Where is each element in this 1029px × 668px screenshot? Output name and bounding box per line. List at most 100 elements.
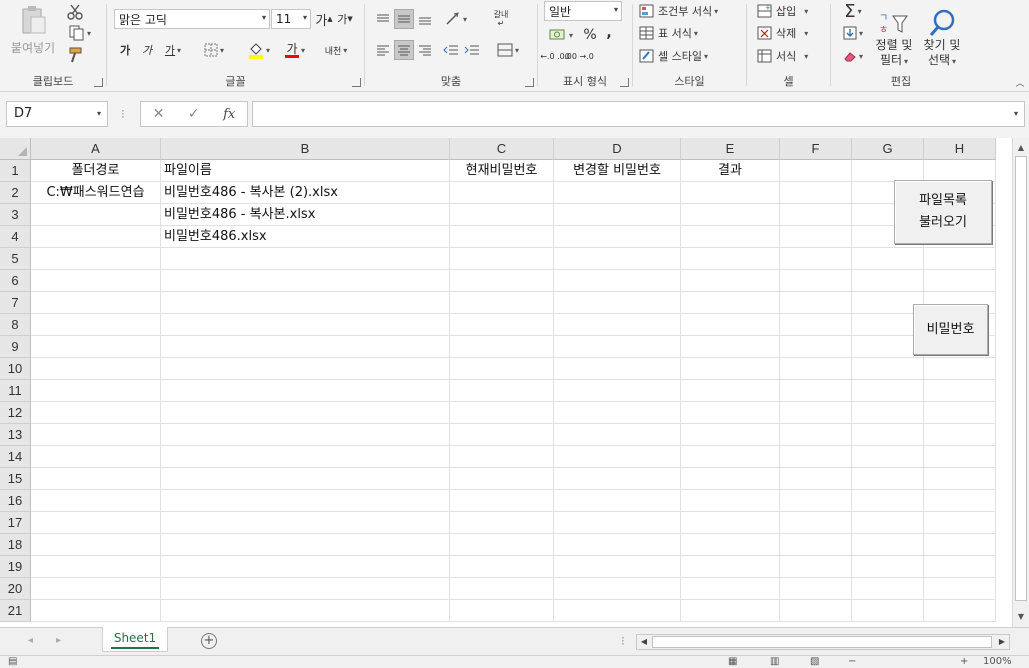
cell-f10[interactable] bbox=[780, 358, 852, 380]
copy-button[interactable]: ▾ bbox=[65, 24, 95, 42]
cell-b8[interactable] bbox=[161, 314, 450, 336]
cell-a12[interactable] bbox=[31, 402, 161, 424]
cell-a3[interactable] bbox=[31, 204, 161, 226]
cell-f2[interactable] bbox=[780, 182, 852, 204]
cell-g6[interactable] bbox=[852, 270, 924, 292]
cell-h15[interactable] bbox=[924, 468, 996, 490]
row-header-21[interactable]: 21 bbox=[0, 600, 31, 622]
cell-h14[interactable] bbox=[924, 446, 996, 468]
cell-h17[interactable] bbox=[924, 512, 996, 534]
format-cells-button[interactable]: 서식 ▾ bbox=[757, 47, 808, 65]
cell-a20[interactable] bbox=[31, 578, 161, 600]
cell-c15[interactable] bbox=[450, 468, 554, 490]
cell-g11[interactable] bbox=[852, 380, 924, 402]
cell-h1[interactable] bbox=[924, 160, 996, 182]
shrink-font-button[interactable]: 가 ▼ bbox=[336, 9, 354, 29]
percent-button[interactable]: % bbox=[580, 26, 600, 44]
cell-h20[interactable] bbox=[924, 578, 996, 600]
cell-c1[interactable]: 현재비밀번호 bbox=[450, 160, 554, 182]
cell-h5[interactable] bbox=[924, 248, 996, 270]
cell-d9[interactable] bbox=[554, 336, 681, 358]
cell-e13[interactable] bbox=[681, 424, 780, 446]
cell-b12[interactable] bbox=[161, 402, 450, 424]
font-color-button[interactable]: 가 ▾ bbox=[279, 40, 311, 60]
font-launcher-icon[interactable] bbox=[352, 78, 361, 87]
grow-font-button[interactable]: 가 ▲ bbox=[315, 9, 333, 29]
cell-a8[interactable] bbox=[31, 314, 161, 336]
row-header-6[interactable]: 6 bbox=[0, 270, 31, 292]
cell-f5[interactable] bbox=[780, 248, 852, 270]
cell-e2[interactable] bbox=[681, 182, 780, 204]
decrease-decimal-button[interactable]: .00 →.0 bbox=[564, 47, 594, 65]
cell-g20[interactable] bbox=[852, 578, 924, 600]
number-launcher-icon[interactable] bbox=[620, 78, 629, 87]
cell-b11[interactable] bbox=[161, 380, 450, 402]
cell-c9[interactable] bbox=[450, 336, 554, 358]
row-header-13[interactable]: 13 bbox=[0, 424, 31, 446]
cell-e15[interactable] bbox=[681, 468, 780, 490]
accounting-format-button[interactable]: ▾ bbox=[544, 26, 578, 44]
cell-h16[interactable] bbox=[924, 490, 996, 512]
cell-e1[interactable]: 결과 bbox=[681, 160, 780, 182]
column-header-f[interactable]: F bbox=[780, 138, 852, 160]
font-size-select[interactable]: 11 ▾ bbox=[271, 9, 311, 29]
cell-e3[interactable] bbox=[681, 204, 780, 226]
scroll-up-icon[interactable]: ▲ bbox=[1013, 140, 1029, 156]
bold-button[interactable]: 가 bbox=[115, 40, 135, 60]
fill-color-button[interactable]: ▾ bbox=[243, 40, 275, 60]
cell-e18[interactable] bbox=[681, 534, 780, 556]
cell-g1[interactable] bbox=[852, 160, 924, 182]
cell-g21[interactable] bbox=[852, 600, 924, 622]
cell-a16[interactable] bbox=[31, 490, 161, 512]
column-header-h[interactable]: H bbox=[924, 138, 996, 160]
cell-g15[interactable] bbox=[852, 468, 924, 490]
cell-c13[interactable] bbox=[450, 424, 554, 446]
cell-a11[interactable] bbox=[31, 380, 161, 402]
select-all-corner[interactable] bbox=[0, 138, 31, 160]
row-header-4[interactable]: 4 bbox=[0, 226, 31, 248]
cell-h18[interactable] bbox=[924, 534, 996, 556]
cell-e10[interactable] bbox=[681, 358, 780, 380]
cell-e11[interactable] bbox=[681, 380, 780, 402]
confirm-entry-button[interactable]: ✓ bbox=[188, 106, 200, 122]
cell-c19[interactable] bbox=[450, 556, 554, 578]
row-header-17[interactable]: 17 bbox=[0, 512, 31, 534]
cell-d2[interactable] bbox=[554, 182, 681, 204]
column-header-c[interactable]: C bbox=[450, 138, 554, 160]
cell-f4[interactable] bbox=[780, 226, 852, 248]
formula-input[interactable]: ▾ bbox=[252, 101, 1025, 127]
cell-f16[interactable] bbox=[780, 490, 852, 512]
cell-e6[interactable] bbox=[681, 270, 780, 292]
zoom-out-icon[interactable]: − bbox=[848, 656, 856, 667]
borders-button[interactable]: ▾ bbox=[197, 40, 231, 60]
cell-d6[interactable] bbox=[554, 270, 681, 292]
cell-d13[interactable] bbox=[554, 424, 681, 446]
vertical-scrollbar[interactable]: ▲ ▼ bbox=[1012, 138, 1029, 627]
cell-f11[interactable] bbox=[780, 380, 852, 402]
fill-button[interactable]: ▾ bbox=[837, 24, 869, 42]
conditional-formatting-button[interactable]: 조건부 서식 ▾ bbox=[639, 2, 718, 20]
cell-d8[interactable] bbox=[554, 314, 681, 336]
cell-f12[interactable] bbox=[780, 402, 852, 424]
cell-g14[interactable] bbox=[852, 446, 924, 468]
cell-e7[interactable] bbox=[681, 292, 780, 314]
cell-g17[interactable] bbox=[852, 512, 924, 534]
scroll-left-icon[interactable]: ◀ bbox=[637, 635, 651, 649]
format-as-table-button[interactable]: 표 서식 ▾ bbox=[639, 24, 698, 42]
chevron-down-icon[interactable]: ▾ bbox=[1014, 109, 1018, 118]
cell-c8[interactable] bbox=[450, 314, 554, 336]
format-painter-button[interactable] bbox=[65, 46, 85, 64]
collapse-ribbon-button[interactable]: ︿ bbox=[1014, 76, 1026, 89]
vertical-scroll-thumb[interactable] bbox=[1015, 156, 1027, 601]
cell-h13[interactable] bbox=[924, 424, 996, 446]
cell-a7[interactable] bbox=[31, 292, 161, 314]
cell-b7[interactable] bbox=[161, 292, 450, 314]
cell-c11[interactable] bbox=[450, 380, 554, 402]
cell-f8[interactable] bbox=[780, 314, 852, 336]
decrease-indent-button[interactable] bbox=[441, 40, 461, 60]
cell-a4[interactable] bbox=[31, 226, 161, 248]
cell-e21[interactable] bbox=[681, 600, 780, 622]
cell-f9[interactable] bbox=[780, 336, 852, 358]
chevron-down-icon[interactable]: ▾ bbox=[97, 109, 101, 118]
cell-b16[interactable] bbox=[161, 490, 450, 512]
